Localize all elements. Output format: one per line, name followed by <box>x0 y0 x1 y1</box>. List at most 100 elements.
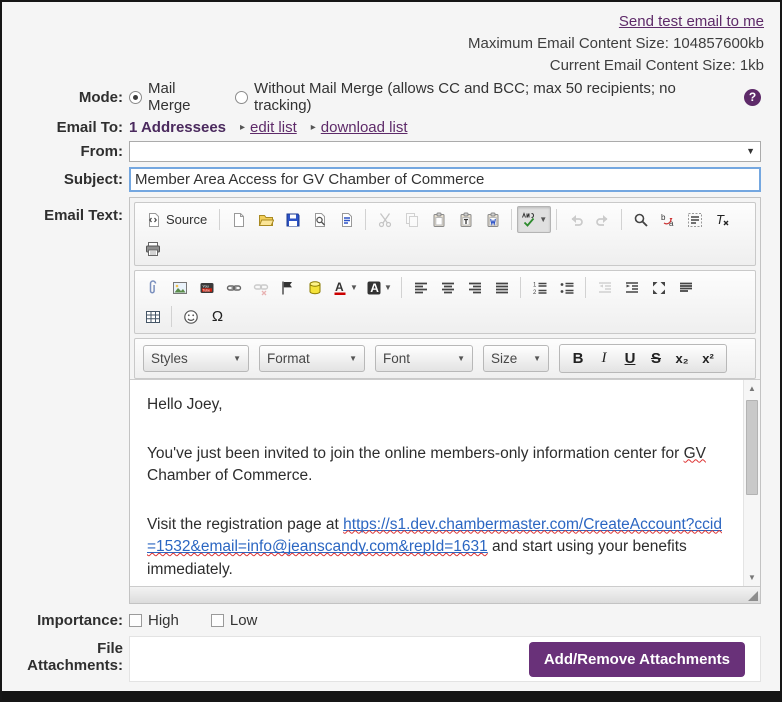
email-body-editable[interactable]: Hello Joey, You've just been invited to … <box>130 379 760 587</box>
undo-icon <box>571 214 583 226</box>
source-button[interactable]: Source <box>139 206 214 233</box>
from-select[interactable]: ▼ <box>129 141 761 163</box>
help-icon[interactable]: ? <box>744 88 761 106</box>
show-blocks-button[interactable] <box>672 274 699 301</box>
subject-input[interactable] <box>129 167 761 193</box>
resize-handle-icon[interactable] <box>748 591 758 602</box>
templates-icon <box>341 212 352 227</box>
attachment-icon <box>149 280 156 294</box>
importance-high-checkbox[interactable] <box>129 614 142 628</box>
maximize-button[interactable] <box>645 274 672 301</box>
paste-from-word-button[interactable] <box>479 206 506 233</box>
save-button[interactable] <box>279 206 306 233</box>
superscript-button[interactable]: x² <box>695 351 721 366</box>
scroll-up-icon[interactable]: ▲ <box>744 384 760 393</box>
remove-format-button[interactable]: T <box>708 206 735 233</box>
special-character-button[interactable]: Ω <box>204 303 231 330</box>
window-bottom-border <box>2 691 780 700</box>
size-dropdown[interactable]: Size ▼ <box>483 345 549 373</box>
smiley-button[interactable] <box>177 303 204 330</box>
unlink-button[interactable] <box>247 274 274 301</box>
decrease-indent-button[interactable] <box>591 274 618 301</box>
text-color-button[interactable]: A ▼ <box>328 274 362 301</box>
editor-toolbar-row-3: Styles ▼ Format ▼ Font ▼ Size ▼ B I U S x₂ x… <box>134 338 756 380</box>
find-button[interactable] <box>627 206 654 233</box>
svg-text:2: 2 <box>533 290 537 296</box>
font-dropdown[interactable]: Font ▼ <box>375 345 473 373</box>
bold-button[interactable]: B <box>565 350 591 367</box>
subscript-button[interactable]: x₂ <box>669 351 695 366</box>
templates-button[interactable] <box>333 206 360 233</box>
importance-high-label[interactable]: High <box>148 612 179 629</box>
flag-button[interactable] <box>274 274 301 301</box>
paste-button[interactable] <box>425 206 452 233</box>
align-right-icon <box>468 282 481 294</box>
size-dropdown-label: Size <box>491 351 518 367</box>
spell-check-button[interactable]: ▼ <box>517 206 552 234</box>
email-text-label: Email Text: <box>44 207 123 225</box>
bulleted-list-button[interactable] <box>553 274 580 301</box>
replace-button[interactable]: ba <box>654 206 681 233</box>
send-test-email-link[interactable]: Send test email to me <box>619 13 764 30</box>
scroll-down-icon[interactable]: ▼ <box>744 573 760 582</box>
align-left-button[interactable] <box>407 274 434 301</box>
new-page-button[interactable] <box>225 206 252 233</box>
dropdown-arrow-icon: ▼ <box>533 354 541 364</box>
download-list-link[interactable]: download list <box>321 119 408 136</box>
increase-indent-button[interactable] <box>618 274 645 301</box>
paste-as-text-button[interactable] <box>452 206 479 233</box>
without-mail-merge-radio-label[interactable]: Without Mail Merge (allows CC and BCC; m… <box>254 80 730 114</box>
open-folder-icon <box>258 214 274 226</box>
open-button[interactable] <box>252 206 279 233</box>
importance-low-checkbox[interactable] <box>210 614 224 628</box>
editor-toolbar-row-1: Source ▼ b a T <box>134 202 756 267</box>
edit-list-link[interactable]: edit list <box>250 119 297 136</box>
send-email-page: Send test email to me Maximum Email Cont… <box>0 0 782 702</box>
justify-button[interactable] <box>488 274 515 301</box>
toolbar-separator <box>585 277 586 299</box>
database-fields-button[interactable] <box>301 274 328 301</box>
redo-icon <box>595 214 608 226</box>
copy-button[interactable] <box>398 206 425 233</box>
print-button[interactable] <box>139 235 166 262</box>
link-icon <box>226 285 241 291</box>
editor-scrollbar[interactable]: ▲ ▼ <box>743 380 760 587</box>
scrollbar-thumb[interactable] <box>746 400 758 496</box>
database-icon <box>309 281 320 294</box>
add-remove-attachments-button[interactable]: Add/Remove Attachments <box>528 641 745 677</box>
link-button[interactable] <box>220 274 247 301</box>
cut-button[interactable] <box>371 206 398 233</box>
attachment-button[interactable] <box>139 274 166 301</box>
italic-button[interactable]: I <box>591 350 617 367</box>
format-dropdown[interactable]: Format ▼ <box>259 345 365 373</box>
redo-button[interactable] <box>589 206 616 233</box>
from-label: From: <box>80 143 124 161</box>
preview-button[interactable] <box>306 206 333 233</box>
align-center-icon <box>441 282 454 294</box>
table-button[interactable] <box>139 303 166 330</box>
image-button[interactable] <box>166 274 193 301</box>
youtube-button[interactable]: You Tube <box>193 274 220 301</box>
file-attachments-label: File Attachments: <box>27 640 123 675</box>
spell-check-icon <box>522 211 535 227</box>
preview-icon <box>314 212 325 227</box>
undo-button[interactable] <box>562 206 589 233</box>
without-mail-merge-radio[interactable] <box>235 90 249 104</box>
misspelled-word: GV <box>683 444 706 462</box>
justify-icon <box>495 282 508 294</box>
strikethrough-button[interactable]: S <box>643 350 669 367</box>
mail-merge-radio[interactable] <box>129 90 142 104</box>
align-center-button[interactable] <box>434 274 461 301</box>
numbered-list-button[interactable]: 12 <box>526 274 553 301</box>
background-color-button[interactable]: A ▼ <box>362 274 396 301</box>
select-all-button[interactable] <box>681 206 708 233</box>
styles-dropdown[interactable]: Styles ▼ <box>143 345 249 373</box>
max-content-size: Maximum Email Content Size: 104857600kb <box>468 34 764 52</box>
styles-dropdown-label: Styles <box>151 351 188 367</box>
body-paragraph: You've just been invited to join the onl… <box>147 444 706 485</box>
importance-low-label[interactable]: Low <box>230 612 258 629</box>
underline-button[interactable]: U <box>617 350 643 367</box>
mail-merge-radio-label[interactable]: Mail Merge <box>148 80 221 114</box>
align-right-button[interactable] <box>461 274 488 301</box>
dropdown-arrow-icon: ▼ <box>457 354 465 364</box>
